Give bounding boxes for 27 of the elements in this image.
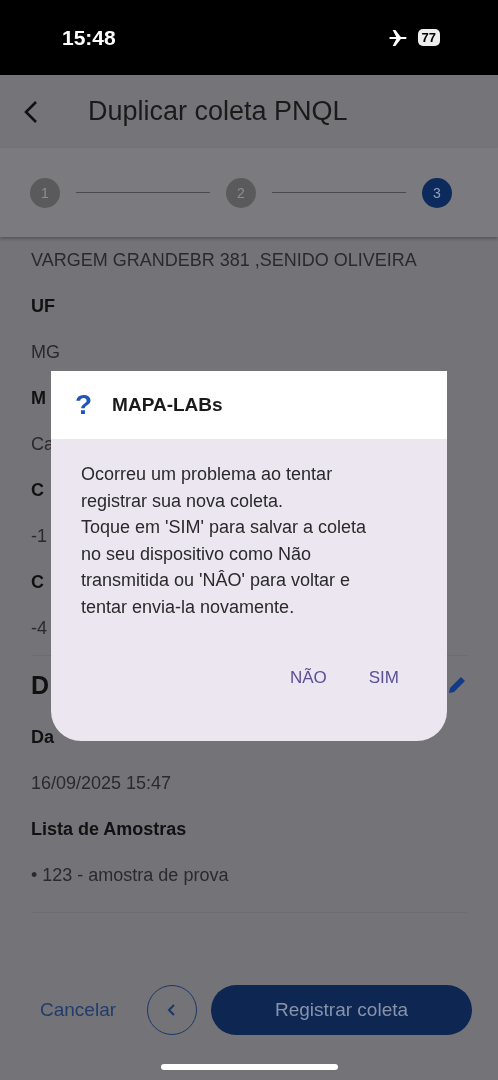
- page-title: Duplicar coleta PNQL: [88, 96, 348, 127]
- field-value: • 123 - amostra de prova: [31, 864, 229, 886]
- field-label: Da: [31, 726, 54, 748]
- dialog-title: MAPA-LABs: [112, 394, 223, 416]
- field-label: M: [31, 387, 46, 409]
- dialog-button[interactable]: SIM: [360, 662, 407, 694]
- field-value: MG: [31, 341, 60, 363]
- dialog-button[interactable]: NÃO: [281, 662, 335, 694]
- pencil-icon[interactable]: [447, 675, 467, 695]
- register-button[interactable]: Registrar coleta: [211, 985, 472, 1035]
- section-heading: D: [31, 670, 50, 700]
- chevron-left-icon: [167, 1003, 178, 1017]
- field-value: -1: [31, 525, 47, 547]
- field-label: Lista de Amostras: [31, 818, 187, 840]
- previous-button[interactable]: [147, 985, 198, 1035]
- battery-level: 77: [417, 29, 440, 46]
- status-time: 15:48: [62, 25, 116, 50]
- step-indicator[interactable]: 3: [422, 177, 452, 208]
- dialog-message: Ocorreu um problema ao tentar registrar sua nova coleta. Toque em 'SIM' para salvar a coleta no seu dispositivo como Não transmitida ou 'NÂO' para voltar e tentar envia-la novamente.: [81, 463, 367, 619]
- field-label: UF: [31, 295, 55, 317]
- field-label: C: [31, 479, 44, 501]
- field-value: VARGEM GRANDEBR 381 ,SENIDO OLIVEIRA: [31, 249, 417, 271]
- back-icon[interactable]: [24, 99, 38, 124]
- field-value: -4: [31, 617, 47, 639]
- field-value: 16/09/2025 15:47: [31, 772, 172, 794]
- question-icon: ?: [75, 389, 93, 421]
- field-label: C: [31, 571, 44, 593]
